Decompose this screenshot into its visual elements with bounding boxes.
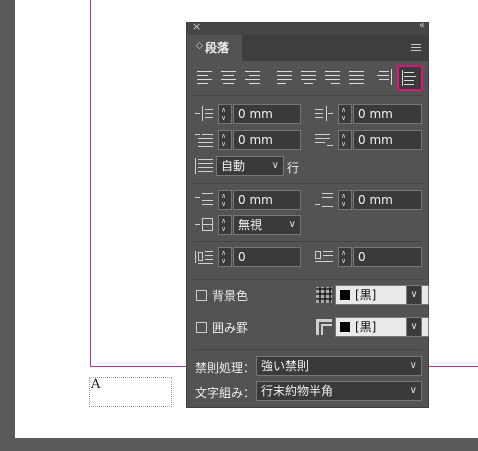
border-color-value: [黒] <box>355 320 377 334</box>
shading-label: 背景色 <box>212 289 249 303</box>
shading-color-chip <box>340 290 350 300</box>
space-before-icon <box>195 192 215 208</box>
right-indent-input[interactable]: 0 mm <box>353 104 422 124</box>
align-to-grid-stepper[interactable]: ∧ ∨ <box>218 215 232 235</box>
last-line-indent-input[interactable]: 0 mm <box>353 130 422 150</box>
shading-chevron-down-icon[interactable]: ∨ <box>406 285 422 305</box>
justify-left-button[interactable] <box>275 67 295 87</box>
collapse-icon[interactable]: ‹‹ <box>419 20 425 31</box>
border-color-chip <box>340 322 350 332</box>
last-line-indent-stepper[interactable]: ∧ ∨ <box>338 130 352 150</box>
first-line-indent-icon <box>195 132 215 148</box>
tab-paragraph-label: 段落 <box>205 41 230 55</box>
grid-lines-select[interactable]: 自動 ∨ <box>216 156 284 176</box>
tab-expand-icon[interactable]: ◇ <box>196 41 203 51</box>
justify-center-button[interactable] <box>299 67 319 87</box>
left-indent-input[interactable]: 0 mm <box>233 104 301 124</box>
space-before-input[interactable]: 0 mm <box>233 190 301 210</box>
kinsoku-value: 強い禁則 <box>261 359 310 373</box>
separator <box>193 279 422 280</box>
border-chevron-down-icon[interactable]: ∨ <box>406 317 422 337</box>
grid-lines-value: 自動 <box>221 159 246 173</box>
text-frame[interactable]: A <box>89 377 172 407</box>
grid-lines-unit-label: 行 <box>287 161 300 175</box>
align-right-button[interactable] <box>243 67 263 87</box>
panel-tabbar: ◇ 段落 <box>187 35 428 61</box>
justify-right-button[interactable] <box>323 67 343 87</box>
align-to-grid-icon <box>195 217 215 233</box>
left-indent-stepper[interactable]: ∧ ∨ <box>218 104 232 124</box>
drop-cap-chars-input[interactable]: 0 <box>353 247 422 267</box>
grid-lines-icon <box>195 158 215 174</box>
drop-cap-chars-icon <box>315 249 335 265</box>
pasteboard-bottom <box>0 438 478 451</box>
chevron-down-icon: ∨ <box>271 160 279 171</box>
mojikumi-label: 文字組み： <box>195 386 256 400</box>
justify-all-button[interactable] <box>347 67 367 87</box>
right-indent-icon <box>315 106 335 122</box>
border-checkbox[interactable] <box>196 322 207 333</box>
margin-guide-vertical <box>90 0 91 366</box>
last-line-indent-icon <box>315 132 335 148</box>
separator <box>193 349 422 350</box>
space-after-stepper[interactable]: ∧ ∨ <box>338 190 352 210</box>
align-center-button[interactable] <box>219 67 239 87</box>
separator <box>193 95 422 96</box>
kinsoku-label: 禁則処理： <box>195 361 256 375</box>
space-after-input[interactable]: 0 mm <box>353 190 422 210</box>
text-frame-content[interactable]: A <box>91 377 100 392</box>
space-after-icon <box>315 192 335 208</box>
align-towards-spine-button[interactable] <box>375 67 395 87</box>
first-line-indent-stepper[interactable]: ∧ ∨ <box>218 130 232 150</box>
right-indent-stepper[interactable]: ∧ ∨ <box>338 104 352 124</box>
tab-paragraph[interactable]: ◇ 段落 <box>187 35 242 61</box>
mojikumi-value: 行末約物半角 <box>261 384 334 398</box>
shading-swatch-icon <box>316 287 332 303</box>
close-icon[interactable]: × <box>192 20 201 33</box>
chevron-down-icon: ∨ <box>288 219 296 230</box>
align-left-button[interactable] <box>195 67 215 87</box>
align-away-from-spine-button[interactable] <box>397 65 423 91</box>
panel-menu-icon[interactable] <box>411 44 421 52</box>
align-to-grid-select[interactable]: 無視 ∨ <box>233 215 301 235</box>
first-line-indent-input[interactable]: 0 mm <box>233 130 301 150</box>
shading-checkbox[interactable] <box>196 290 207 301</box>
mojikumi-select[interactable]: 行末約物半角 ∨ <box>256 381 422 401</box>
space-before-stepper[interactable]: ∧ ∨ <box>218 190 232 210</box>
separator <box>193 183 422 184</box>
panel-titlebar[interactable]: × ‹‹ <box>187 20 428 35</box>
paragraph-panel: × ‹‹ ◇ 段落 ∧ ∨ 0 mm ∧ ∨ 0 mm ∧ ∨ 0 mm ∧ ∨… <box>186 20 429 408</box>
chevron-down-icon: ∨ <box>409 385 417 396</box>
shading-color-value: [黒] <box>355 288 377 302</box>
align-to-grid-value: 無視 <box>238 218 263 232</box>
drop-cap-chars-stepper[interactable]: ∧ ∨ <box>338 247 352 267</box>
drop-cap-lines-input[interactable]: 0 <box>233 247 301 267</box>
kinsoku-select[interactable]: 強い禁則 ∨ <box>256 356 422 376</box>
border-label: 囲み罫 <box>212 321 249 335</box>
border-swatch-icon <box>316 319 332 335</box>
drop-cap-lines-icon <box>195 249 215 265</box>
drop-cap-lines-stepper[interactable]: ∧ ∨ <box>218 247 232 267</box>
chevron-down-icon: ∨ <box>409 360 417 371</box>
left-indent-icon <box>195 106 215 122</box>
separator <box>193 241 422 242</box>
